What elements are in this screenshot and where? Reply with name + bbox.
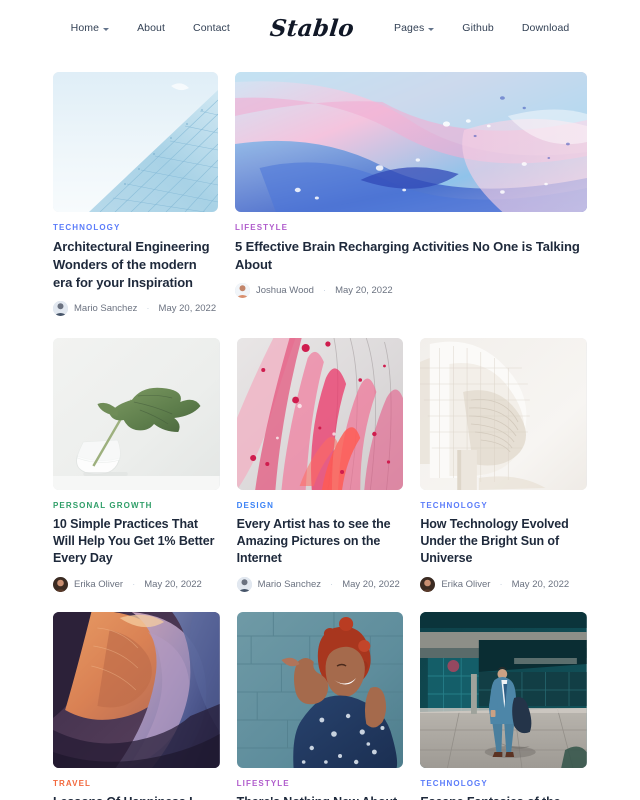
post-card[interactable]: LIFESTYLE 5 Effective Brain Recharging A… [235, 72, 587, 316]
post-category[interactable]: TECHNOLOGY [420, 501, 587, 510]
post-card[interactable]: TECHNOLOGY Escape Fantasies of the Tech … [420, 611, 588, 800]
post-thumbnail[interactable] [235, 72, 587, 212]
post-title[interactable]: Every Artist has to see the Amazing Pict… [237, 516, 404, 568]
post-category[interactable]: DESIGN [237, 501, 404, 510]
post-byline: Mario Sanchez · May 20, 2022 [53, 300, 218, 316]
post-author[interactable]: Erika Oliver [74, 579, 123, 590]
post-date: May 20, 2022 [342, 578, 400, 590]
site-logo[interactable]: Stablo [242, 15, 381, 42]
post-category[interactable]: TECHNOLOGY [53, 223, 218, 232]
avatar [420, 576, 436, 592]
byline-separator: · [146, 302, 150, 314]
post-author[interactable]: Mario Sanchez [74, 303, 137, 314]
post-thumbnail[interactable] [420, 337, 588, 490]
post-thumbnail[interactable] [420, 611, 588, 768]
avatar-image [236, 576, 252, 592]
avatar [53, 300, 68, 316]
nav-item-contact[interactable]: Contact [179, 22, 244, 34]
avatar [235, 282, 250, 298]
red-pink-paint-flow-image [236, 337, 404, 490]
post-byline: Joshua Wood · May 20, 2022 [235, 282, 587, 298]
chevron-down-icon [103, 27, 110, 31]
avatar-image [53, 300, 68, 316]
avatar-image [53, 576, 68, 592]
post-card[interactable]: DESIGN Every Artist has to see the Amazi… [236, 337, 404, 592]
post-author[interactable]: Mario Sanchez [258, 579, 321, 590]
post-thumbnail[interactable] [236, 611, 404, 768]
post-row-third: TRAVEL Lessons Of Happiness I learned fr… [53, 611, 588, 800]
nav-item-github[interactable]: Github [448, 22, 508, 34]
slot-canyon-rock-formation-image [53, 611, 220, 768]
monstera-leaf-in-glass-vase-image [53, 337, 220, 490]
nav-item-home[interactable]: Home [57, 22, 123, 34]
post-card[interactable]: TECHNOLOGY How Technology Evolved Under … [420, 337, 588, 592]
pink-blue-fluid-art-image [235, 72, 587, 212]
byline-separator: · [330, 578, 334, 590]
post-card[interactable]: TRAVEL Lessons Of Happiness I learned fr… [53, 611, 220, 800]
post-date: May 20, 2022 [144, 578, 202, 590]
post-author[interactable]: Joshua Wood [256, 285, 314, 296]
post-thumbnail[interactable] [236, 337, 404, 490]
post-byline: Mario Sanchez · May 20, 2022 [236, 576, 404, 592]
post-title[interactable]: Architectural Engineering Wonders of the… [53, 238, 218, 292]
byline-separator: · [132, 578, 136, 590]
post-thumbnail[interactable] [53, 72, 218, 212]
post-row-second: PERSONAL GROWTH 10 Simple Practices That… [53, 337, 588, 592]
post-category[interactable]: TRAVEL [53, 779, 220, 788]
byline-separator: · [499, 578, 503, 590]
avatar [53, 576, 68, 592]
post-row-featured: TECHNOLOGY Architectural Engineering Won… [53, 72, 587, 316]
post-title[interactable]: Escape Fantasies of the Tech Billionaire… [420, 794, 587, 800]
primary-nav-left: Home About Contact [57, 22, 244, 34]
chevron-down-icon [428, 27, 435, 31]
post-title[interactable]: There's Nothing New About Undermining Wo… [237, 794, 404, 800]
post-date: May 20, 2022 [158, 302, 217, 314]
byline-separator: · [322, 284, 327, 296]
post-thumbnail[interactable] [53, 337, 220, 490]
woman-pointing-teal-wall-image [236, 611, 404, 768]
nav-item-about[interactable]: About [123, 22, 179, 34]
post-title[interactable]: 10 Simple Practices That Will Help You G… [53, 516, 220, 568]
post-category[interactable]: LIFESTYLE [237, 779, 404, 788]
post-card[interactable]: LIFESTYLE There's Nothing New About Unde… [236, 611, 404, 800]
businessman-walking-modern-building-image [420, 611, 588, 768]
nav-item-download[interactable]: Download [508, 22, 584, 34]
post-byline: Erika Oliver · May 20, 2022 [420, 576, 587, 592]
post-date: May 20, 2022 [335, 284, 393, 296]
site-header: Home About Contact Stablo Pages Github D… [0, 0, 640, 56]
glass-facade-building-image [53, 72, 218, 212]
post-card[interactable]: PERSONAL GROWTH 10 Simple Practices That… [53, 337, 220, 592]
post-date: May 20, 2022 [511, 578, 570, 590]
post-category[interactable]: PERSONAL GROWTH [53, 501, 220, 510]
avatar-image [420, 576, 436, 592]
post-category[interactable]: LIFESTYLE [235, 223, 587, 232]
post-title[interactable]: 5 Effective Brain Recharging Activities … [235, 238, 587, 274]
avatar [236, 576, 252, 592]
post-title[interactable]: How Technology Evolved Under the Bright … [420, 516, 587, 568]
nav-item-pages[interactable]: Pages [380, 22, 448, 34]
post-card[interactable]: TECHNOLOGY Architectural Engineering Won… [53, 72, 218, 316]
post-author[interactable]: Erika Oliver [441, 579, 490, 590]
post-category[interactable]: TECHNOLOGY [420, 779, 587, 788]
post-title[interactable]: Lessons Of Happiness I learned from a Mo… [53, 794, 220, 800]
post-grid: TECHNOLOGY Architectural Engineering Won… [0, 56, 640, 800]
nav-item-home-label: Home [70, 22, 100, 34]
white-curved-architecture-image [420, 337, 588, 490]
nav-item-pages-label: Pages [394, 22, 425, 34]
post-byline: Erika Oliver · May 20, 2022 [53, 576, 220, 592]
primary-nav-right: Pages Github Download [380, 22, 583, 34]
post-thumbnail[interactable] [53, 611, 220, 768]
avatar-image [235, 282, 250, 298]
